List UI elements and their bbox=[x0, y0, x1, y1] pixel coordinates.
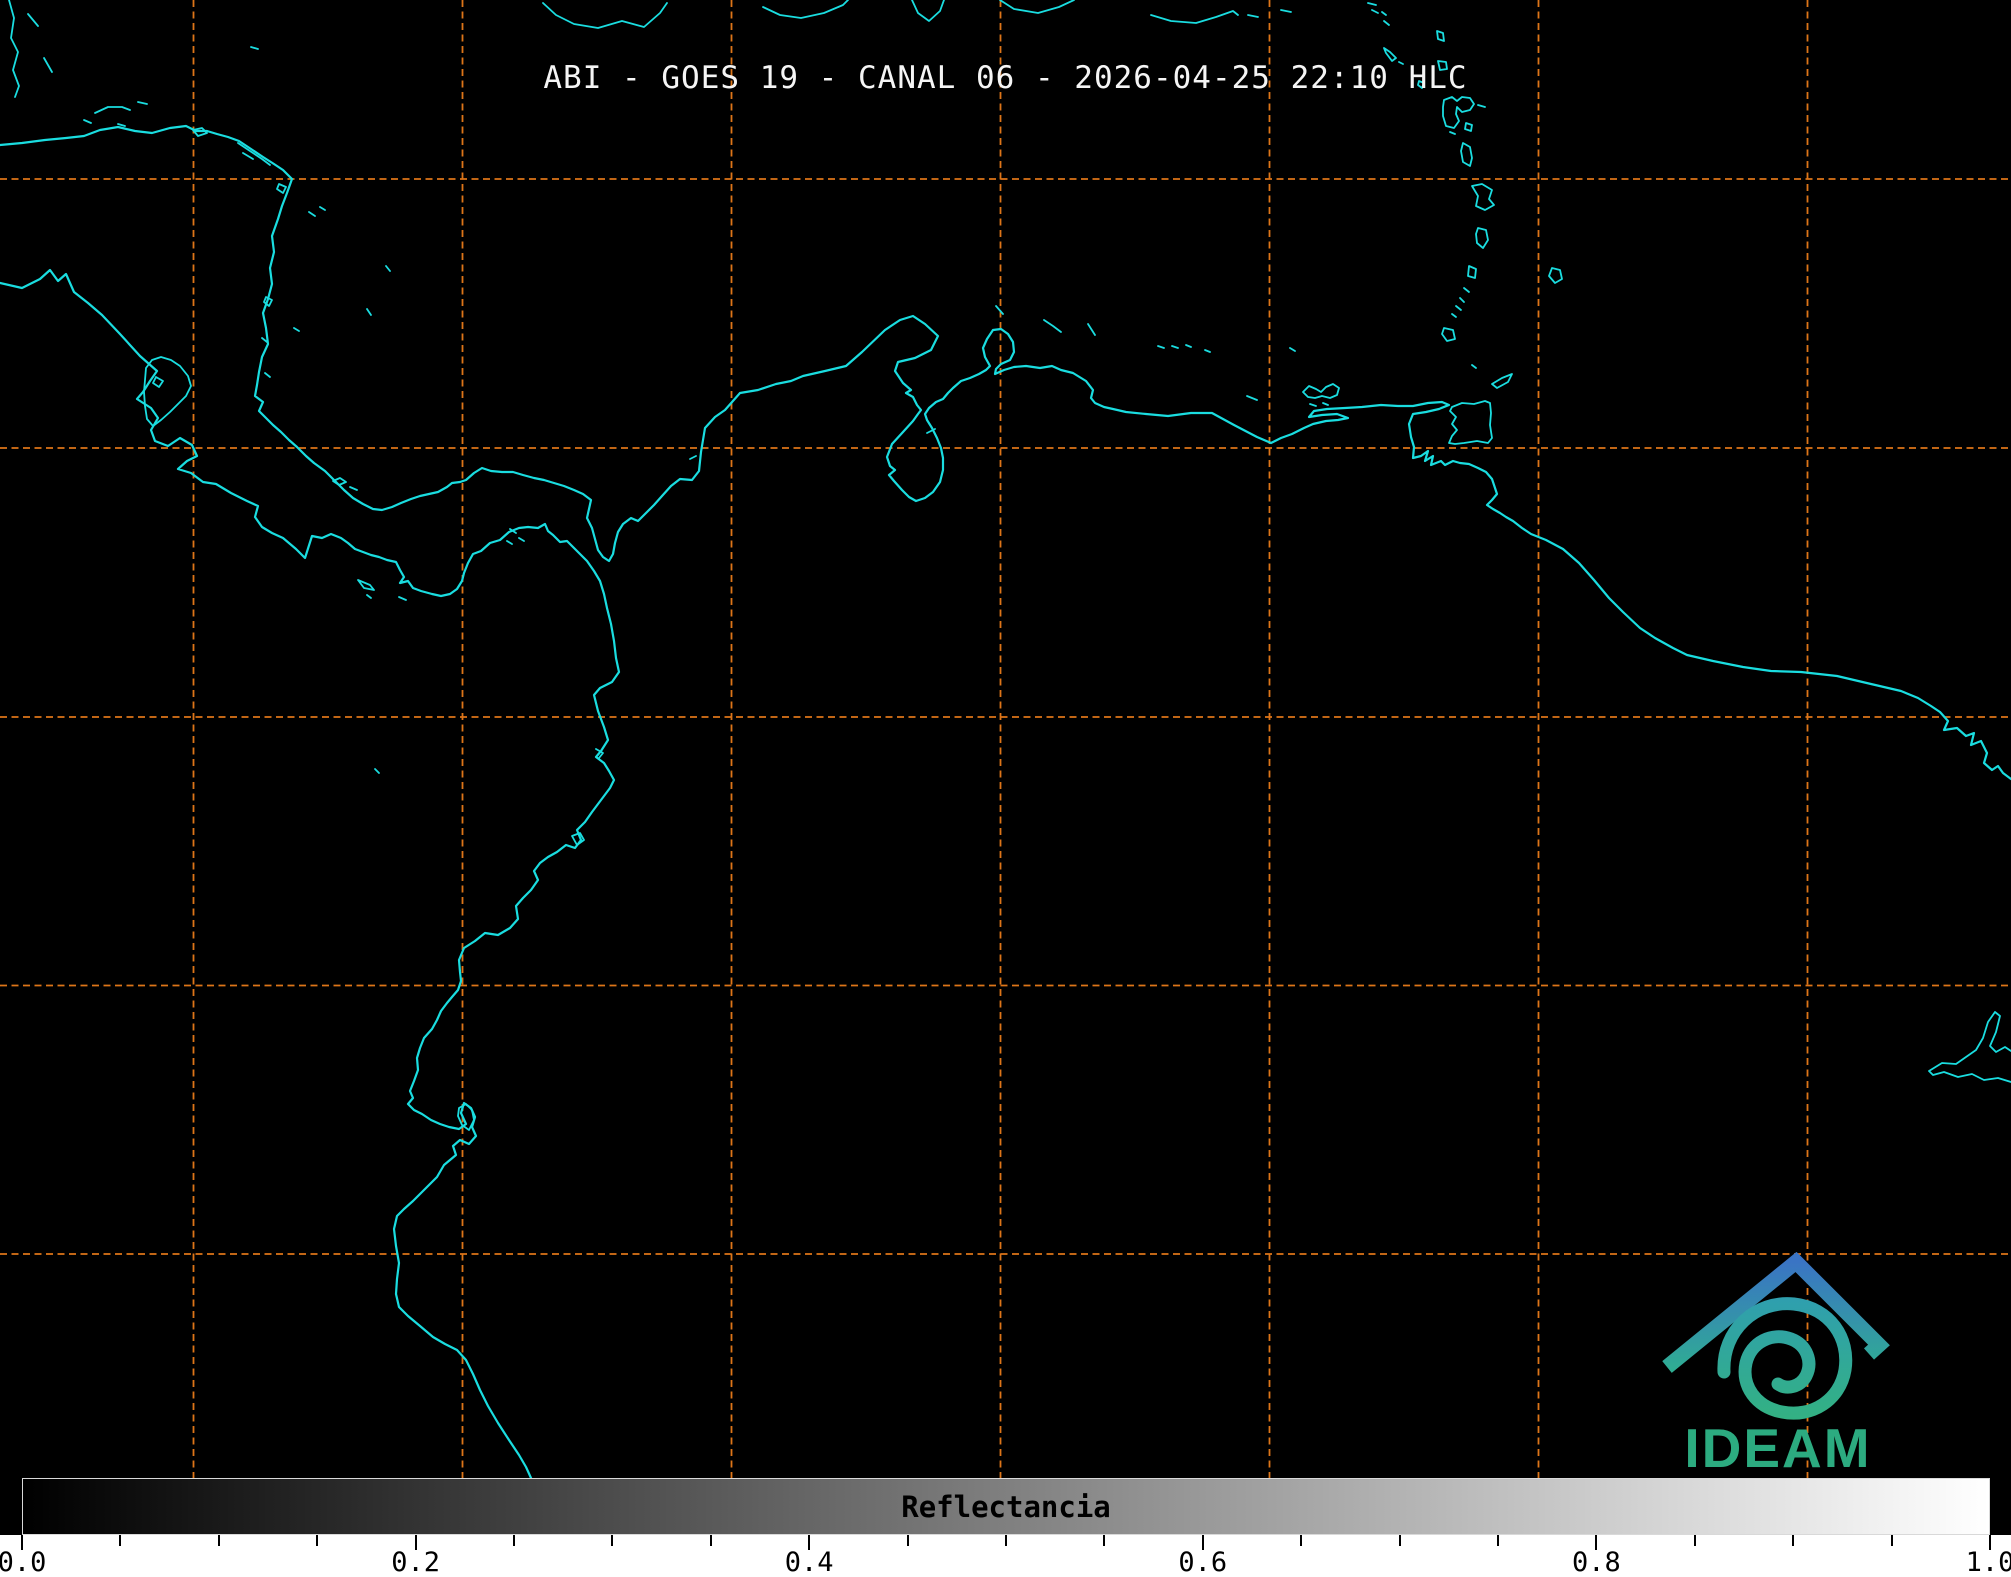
colorbar: Reflectancia bbox=[22, 1478, 1990, 1535]
coastline-hispaniola-south-coast bbox=[762, 0, 1075, 22]
axis-band: 0.0 0.2 0.4 0.6 0.8 1.0 bbox=[0, 1535, 2011, 1577]
latlon-grid bbox=[0, 0, 2011, 1535]
colorbar-minor-tick bbox=[1792, 1535, 1795, 1546]
colorbar-minor-tick bbox=[1693, 1535, 1696, 1546]
colorbar-minor-tick bbox=[709, 1535, 712, 1546]
coastline-jamaica-south-coast bbox=[542, 2, 668, 29]
colorbar-minor-tick bbox=[1005, 1535, 1007, 1546]
image-title: ABI - GOES 19 - CANAL 06 - 2026-04-25 22… bbox=[543, 60, 1468, 96]
colorbar-tick-label: 0.8 bbox=[1572, 1547, 1621, 1577]
coastline-caribbean-mainland-coast bbox=[0, 124, 2011, 781]
colorbar-minor-tick bbox=[1300, 1535, 1303, 1546]
coastline-st-lucia bbox=[1475, 227, 1489, 249]
coastline-pacific-mainland-coast bbox=[0, 268, 621, 1480]
coastline-malpelo-island bbox=[374, 768, 380, 774]
colorbar-tick-label: 0.4 bbox=[784, 1547, 834, 1577]
ideam-logo-spiral-icon bbox=[1717, 1297, 1853, 1420]
coastline-martinique bbox=[1471, 183, 1495, 211]
colorbar-minor-tick bbox=[906, 1535, 909, 1546]
coastline-honduras-lagoons bbox=[192, 127, 271, 166]
coastline-panama-islands bbox=[332, 477, 525, 601]
coastline-st-vincent-grenadines bbox=[1451, 265, 1477, 318]
colorbar-minor-tick bbox=[217, 1535, 220, 1546]
colorbar-minor-tick bbox=[513, 1535, 515, 1546]
colorbar-tick-label: 0.0 bbox=[0, 1547, 47, 1577]
colorbar-minor-tick bbox=[1497, 1535, 1499, 1546]
colorbar-label: Reflectancia bbox=[901, 1490, 1111, 1524]
coastline-amazon-mouth bbox=[1928, 1011, 2011, 1083]
coastline-aruba-curacao-bonaire bbox=[995, 305, 1096, 336]
coastline-tobago bbox=[1491, 373, 1513, 389]
coastline-guadeloupe-group bbox=[1442, 96, 1486, 135]
colorbar-tick-label: 0.6 bbox=[1178, 1547, 1228, 1577]
colorbar-minor-tick bbox=[1103, 1535, 1106, 1546]
map-canvas: IDEAM bbox=[0, 0, 2011, 1535]
colorbar-minor-tick bbox=[1398, 1535, 1401, 1546]
colorbar-minor-tick bbox=[316, 1535, 319, 1546]
colorbar-minor-tick bbox=[119, 1535, 122, 1546]
coastline-margarita-group bbox=[1302, 364, 1477, 407]
satellite-image-viewport: IDEAM ABI - GOES 19 - CANAL 06 - 2026-04… bbox=[0, 0, 2011, 1577]
ideam-logo: IDEAM bbox=[1662, 1251, 1890, 1479]
colorbar-tick-label: 0.2 bbox=[391, 1547, 440, 1577]
coastline-lake-nicaragua bbox=[143, 356, 192, 427]
coastline-venezuelan-islets bbox=[1157, 344, 1296, 401]
coastline-grenada bbox=[1441, 327, 1456, 342]
coastline-trinidad bbox=[1440, 400, 1493, 445]
coastline-barbados bbox=[1548, 267, 1563, 284]
coastlines-layer bbox=[0, 0, 2011, 1480]
ideam-logo-text: IDEAM bbox=[1684, 1417, 1871, 1479]
colorbar-tick-label: 1.0 bbox=[1965, 1547, 2011, 1577]
colorbar-minor-tick bbox=[1890, 1535, 1893, 1546]
colorbar-minor-tick bbox=[611, 1535, 614, 1546]
coastline-west-caribbean-islets bbox=[293, 206, 697, 460]
coastline-dominica bbox=[1460, 142, 1473, 167]
